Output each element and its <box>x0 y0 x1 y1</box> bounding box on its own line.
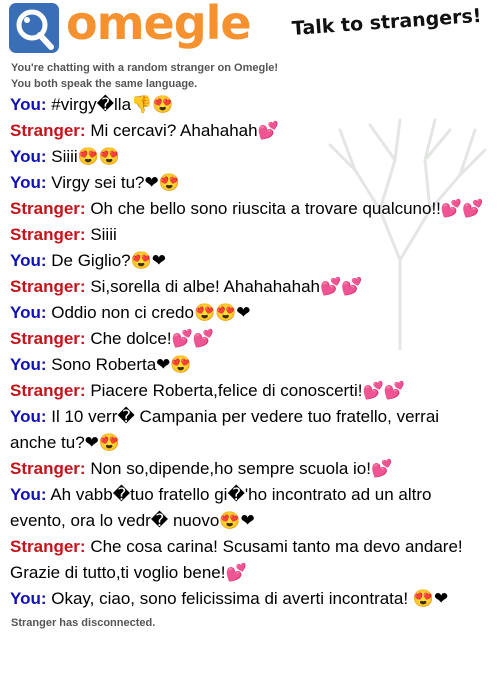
message-text: Siiii <box>90 225 117 244</box>
message-you: You: Virgy sei tu?❤😍 <box>10 170 490 196</box>
message-sender: You: <box>10 95 47 114</box>
message-sender: You: <box>10 589 47 608</box>
status-language: You both speak the same language. <box>11 78 198 90</box>
message-you: You: Il 10 verr� Campania per vedere tuo… <box>10 404 490 456</box>
message-text: Ah vabb�tuo fratello gi�'ho incontrato a… <box>10 485 432 530</box>
message-sender: You: <box>10 407 47 426</box>
message-sender: Stranger: <box>10 459 86 478</box>
message-sender: Stranger: <box>10 225 86 244</box>
message-you: You: Siiii😍😍 <box>10 144 490 170</box>
message-stranger: Stranger: Piacere Roberta,felice di cono… <box>10 378 490 404</box>
message-sender: You: <box>10 173 47 192</box>
tagline: Talk to strangers! <box>291 4 483 40</box>
message-sender: Stranger: <box>10 277 86 296</box>
message-text: Oh che bello sono riuscita a trovare qua… <box>90 199 484 218</box>
header: omegle Talk to strangers! <box>0 0 500 56</box>
message-sender: You: <box>10 355 47 374</box>
message-sender: You: <box>10 485 47 504</box>
message-sender: Stranger: <box>10 381 86 400</box>
message-sender: Stranger: <box>10 537 86 556</box>
message-text: Si,sorella di albe! Ahahahahah💕💕 <box>90 277 363 296</box>
message-sender: You: <box>10 147 47 166</box>
message-you: You: Sono Roberta❤😍 <box>10 352 490 378</box>
message-text: #virgy�lla👎😍 <box>51 95 174 114</box>
message-stranger: Stranger: Oh che bello sono riuscita a t… <box>10 196 490 222</box>
message-text: Siiii😍😍 <box>51 147 121 166</box>
message-stranger: Stranger: Che cosa carina! Scusami tanto… <box>10 534 490 586</box>
message-sender: Stranger: <box>10 199 86 218</box>
logo-text: omegle <box>66 0 252 50</box>
message-text: Che dolce!💕💕 <box>90 329 214 348</box>
message-text: De Giglio?😍❤ <box>51 251 167 270</box>
message-text: Virgy sei tu?❤😍 <box>51 173 180 192</box>
omegle-logo-icon <box>9 3 59 53</box>
disconnect-notice: Stranger has disconnected. <box>11 617 156 629</box>
message-text: Il 10 verr� Campania per vedere tuo frat… <box>10 407 440 452</box>
status-connected: You're chatting with a random stranger o… <box>11 62 279 74</box>
message-text: Okay, ciao, sono felicissima di averti i… <box>51 589 449 608</box>
chat-log: You: #virgy�lla👎😍 Stranger: Mi cercavi? A… <box>0 92 500 612</box>
message-sender: You: <box>10 251 47 270</box>
message-text: Non so,dipende,ho sempre scuola io!💕 <box>90 459 393 478</box>
message-you: You: Ah vabb�tuo fratello gi�'ho incontr… <box>10 482 490 534</box>
message-stranger: Stranger: Si,sorella di albe! Ahahahahah… <box>10 274 490 300</box>
message-sender: You: <box>10 303 47 322</box>
message-sender: Stranger: <box>10 329 86 348</box>
message-text: Piacere Roberta,felice di conoscerti!💕💕 <box>90 381 405 400</box>
message-text: Sono Roberta❤😍 <box>51 355 192 374</box>
message-text: Oddio non ci credo😍😍❤ <box>51 303 251 322</box>
message-sender: Stranger: <box>10 121 86 140</box>
message-stranger: Stranger: Siiii <box>10 222 490 248</box>
message-you: You: Oddio non ci credo😍😍❤ <box>10 300 490 326</box>
message-stranger: Stranger: Mi cercavi? Ahahahah💕 <box>10 118 490 144</box>
message-you: You: #virgy�lla👎😍 <box>10 92 490 118</box>
message-stranger: Stranger: Che dolce!💕💕 <box>10 326 490 352</box>
message-stranger: Stranger: Non so,dipende,ho sempre scuol… <box>10 456 490 482</box>
message-you: You: De Giglio?😍❤ <box>10 248 490 274</box>
message-you: You: Okay, ciao, sono felicissima di ave… <box>10 586 490 612</box>
message-text: Mi cercavi? Ahahahah💕 <box>90 121 279 140</box>
